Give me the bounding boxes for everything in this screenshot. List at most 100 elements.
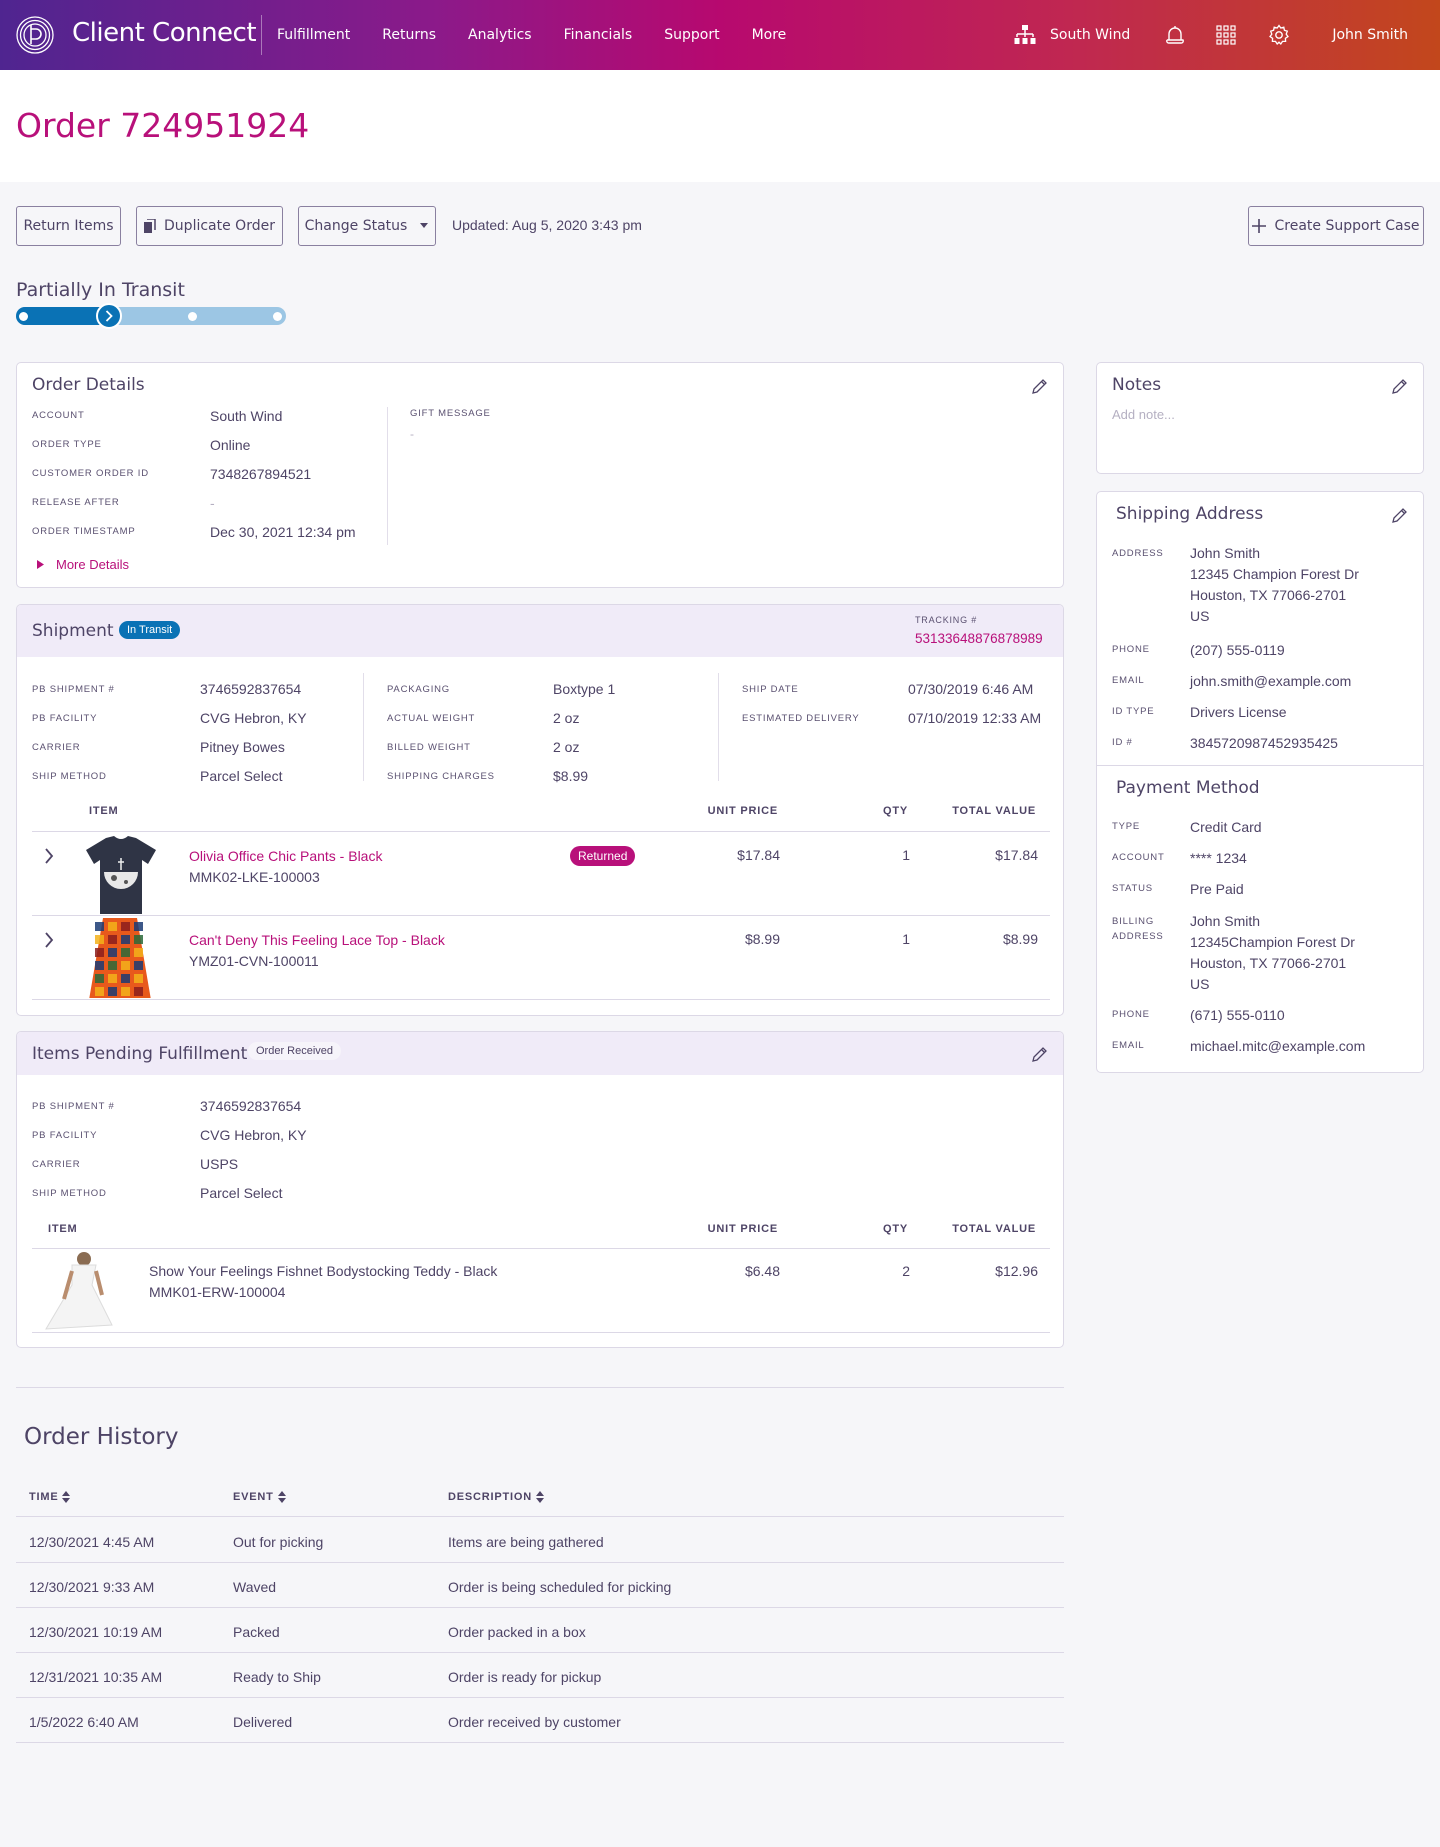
pending-col-header-total: TOTAL VALUE (952, 1223, 1036, 1235)
history-section-divider (16, 1387, 1064, 1388)
shipment-field-value: Boxtype 1 (553, 681, 616, 697)
pending-field-label: SHIP METHOD (32, 1188, 107, 1199)
order-details-title: Order Details (32, 375, 145, 395)
caret-right-icon (37, 560, 44, 569)
col-header-item: ITEM (89, 805, 119, 817)
shipping-field-value: (207) 555-0119 (1190, 642, 1285, 658)
edit-pending-icon[interactable] (1031, 1045, 1049, 1063)
history-description: Order packed in a box (448, 1624, 586, 1640)
nav-returns[interactable]: Returns (382, 27, 436, 43)
product-name-link[interactable]: Olivia Office Chic Pants - Black (189, 848, 382, 864)
shipment-field-value: 07/10/2019 12:33 AM (908, 710, 1042, 726)
payment-divider (1097, 765, 1423, 766)
history-col-header[interactable]: DESCRIPTION (448, 1491, 544, 1504)
history-description: Order is being scheduled for picking (448, 1579, 672, 1595)
sort-icon (535, 1491, 544, 1504)
order-detail-value: South Wind (210, 408, 283, 424)
in-transit-badge: In Transit (119, 621, 181, 639)
sort-icon (62, 1491, 71, 1504)
billing-address-line: Houston, TX 77066-2701 (1190, 955, 1347, 971)
expand-row-chevron[interactable] (44, 848, 54, 869)
history-time: 12/31/2021 10:35 AM (29, 1669, 163, 1685)
brand-name[interactable]: Client Connect (72, 18, 257, 48)
total-value: $17.84 (995, 847, 1038, 863)
account-switcher[interactable]: South Wind (1014, 24, 1130, 46)
progress-current-step (95, 303, 122, 329)
nav-fulfillment[interactable]: Fulfillment (277, 27, 350, 43)
history-row: 12/30/2021 9:33 AM Waved Order is being sc… (16, 1563, 1064, 1608)
page-title: Order 724951924 (16, 106, 310, 145)
history-row: 12/30/2021 4:45 AM Out for picking Items a… (16, 1518, 1064, 1563)
expand-row-chevron[interactable] (44, 932, 54, 953)
edit-notes-icon[interactable] (1391, 377, 1409, 395)
tracking-number-link[interactable]: 53133648876878989 (915, 631, 1043, 646)
shipment-divider-1 (363, 673, 364, 781)
total-value: $12.96 (995, 1263, 1038, 1279)
notes-input[interactable]: Add note... (1112, 407, 1175, 422)
history-col-header[interactable]: EVENT (233, 1491, 286, 1504)
pending-fulfillment-card: Items Pending Fulfillment Order Received… (16, 1031, 1064, 1348)
unit-price: $8.99 (744, 931, 780, 947)
create-support-case-label: Create Support Case (1274, 218, 1420, 234)
col-header-total: TOTAL VALUE (952, 805, 1036, 817)
shipment-card: Shipment In Transit TRACKING # 531336488… (16, 604, 1064, 1016)
shipping-field-label: ID # (1112, 737, 1133, 748)
duplicate-order-button[interactable]: Duplicate Order (136, 206, 283, 246)
payment-field-value: Credit Card (1190, 819, 1262, 835)
gear-icon[interactable] (1268, 24, 1290, 46)
brand-divider (261, 15, 262, 55)
order-status-label: Partially In Transit (16, 279, 185, 301)
payment-field-value: michael.mitc@example.com (1190, 1038, 1366, 1054)
returned-badge: Returned (570, 846, 636, 866)
bell-icon[interactable] (1164, 24, 1186, 46)
nav-analytics[interactable]: Analytics (468, 27, 532, 43)
product-name-link[interactable]: Can't Deny This Feeling Lace Top - Black (189, 932, 445, 948)
history-time: 12/30/2021 9:33 AM (29, 1579, 155, 1595)
return-items-button[interactable]: Return Items (16, 206, 121, 246)
edit-shipping-address-icon[interactable] (1391, 506, 1409, 524)
payment-field-value: (671) 555-0110 (1190, 1007, 1285, 1023)
change-status-dropdown[interactable]: Change Status (298, 206, 436, 246)
history-event: Packed (233, 1624, 280, 1640)
history-time: 1/5/2022 6:40 AM (29, 1714, 139, 1730)
progress-step-dot (188, 312, 198, 321)
nav-support[interactable]: Support (664, 27, 719, 43)
shipping-field-label: EMAIL (1112, 675, 1145, 686)
product-thumbnail (42, 1251, 114, 1331)
billing-address-line: US (1190, 976, 1210, 992)
user-menu[interactable]: John Smith (1332, 27, 1408, 43)
shipment-field-label: ESTIMATED DELIVERY (742, 713, 860, 724)
shipment-field-label: BILLED WEIGHT (387, 742, 471, 753)
shipment-field-label: SHIPPING CHARGES (387, 771, 495, 782)
history-col-header[interactable]: TIME (29, 1491, 71, 1504)
chevron-right-icon (105, 310, 113, 322)
order-detail-value: 7348267894521 (210, 466, 312, 482)
app-grid-icon[interactable] (1216, 25, 1236, 45)
product-thumbnail (84, 834, 158, 914)
product-thumbnail (89, 918, 163, 998)
more-details-toggle[interactable]: More Details (37, 557, 129, 572)
history-event: Out for picking (233, 1534, 324, 1550)
quantity: 2 (902, 1263, 910, 1279)
payment-field-label: STATUS (1112, 883, 1153, 894)
payment-field-value: Pre Paid (1190, 881, 1244, 897)
order-detail-label: ACCOUNT (32, 410, 85, 421)
shipment-field-value: Pitney Bowes (200, 739, 285, 755)
top-nav-bar: Client Connect Fulfillment Returns Analy… (0, 0, 1440, 70)
quantity: 1 (902, 847, 910, 863)
nav-financials[interactable]: Financials (564, 27, 633, 43)
shipment-field-label: PACKAGING (387, 684, 450, 695)
history-row: 1/5/2022 6:40 AM Delivered Order received … (16, 1698, 1064, 1743)
pending-col-header-item: ITEM (48, 1223, 78, 1235)
order-detail-label: ORDER TIMESTAMP (32, 526, 136, 537)
col-header-qty: QTY (882, 805, 908, 817)
create-support-case-button[interactable]: Create Support Case (1248, 206, 1424, 246)
pending-field-value: USPS (200, 1156, 239, 1172)
nav-more[interactable]: More (752, 27, 787, 43)
history-row: 12/31/2021 10:35 AM Ready to Ship Order is… (16, 1653, 1064, 1698)
order-received-badge: Order Received (248, 1042, 342, 1060)
edit-order-details-icon[interactable] (1031, 377, 1049, 395)
order-detail-value: - (210, 495, 215, 511)
shipment-field-label: ACTUAL WEIGHT (387, 713, 476, 724)
brand-logo-icon[interactable] (15, 15, 55, 55)
